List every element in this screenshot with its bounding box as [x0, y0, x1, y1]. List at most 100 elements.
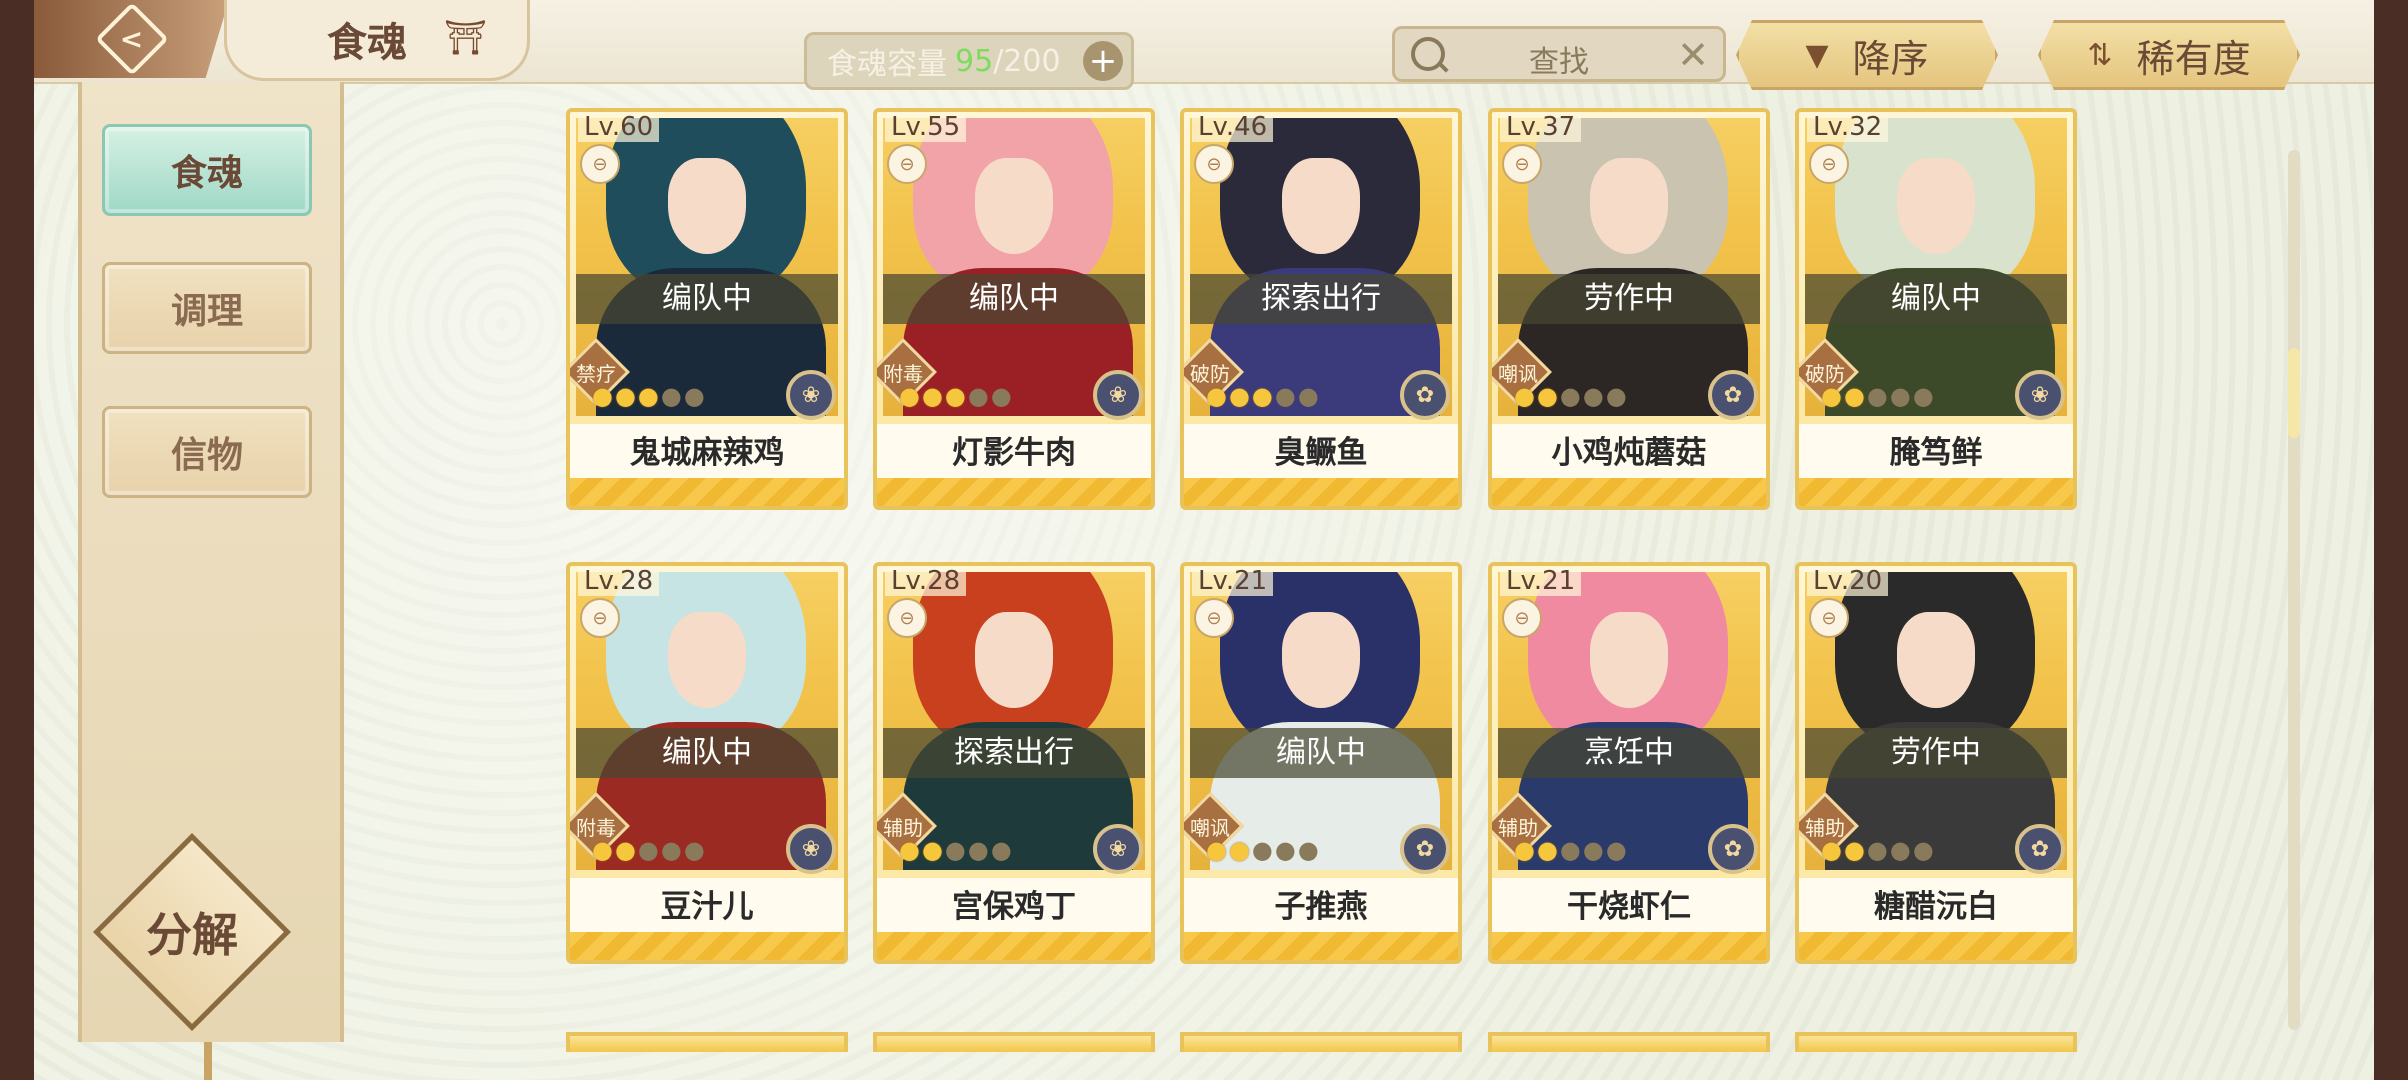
- element-icon: ✿: [1708, 824, 1758, 874]
- capacity-max: 200: [1003, 43, 1061, 79]
- element-icon: ✿: [1400, 370, 1450, 420]
- tassel-ornament: [204, 1042, 212, 1080]
- food-soul-card[interactable]: Lv.21 ⊖ 编队中 嘲讽 ● ● ● ● ● ✿ 子推燕: [1180, 562, 1462, 964]
- search-box[interactable]: 查找 ✕: [1392, 26, 1726, 82]
- lock-icon[interactable]: ⊖: [580, 144, 620, 184]
- star-empty-icon: ●: [1274, 382, 1296, 410]
- food-soul-card[interactable]: Lv.32 ⊖ 编队中 破防 ● ● ● ● ● ❀ 腌笃鲜: [1795, 108, 2077, 510]
- star-filled-icon: ●: [1228, 382, 1250, 410]
- card-footer-stripe: [877, 478, 1151, 506]
- lock-icon[interactable]: ⊖: [1194, 144, 1234, 184]
- star-filled-icon: ●: [1514, 382, 1535, 410]
- card-level: Lv.21: [1500, 566, 1582, 596]
- star-filled-icon: ●: [1843, 836, 1865, 864]
- card-name: 腌笃鲜: [1799, 424, 2073, 482]
- star-filled-icon: ●: [614, 382, 636, 410]
- sort-order-button[interactable]: ▼ 降序: [1736, 20, 1998, 90]
- lock-icon[interactable]: ⊖: [1809, 598, 1849, 638]
- star-empty-icon: ●: [967, 382, 989, 410]
- element-icon: ❀: [2015, 370, 2065, 420]
- star-filled-icon: ●: [944, 382, 966, 410]
- sidebar-tab-tokens[interactable]: 信物: [102, 406, 312, 498]
- star-empty-icon: ●: [1866, 836, 1888, 864]
- search-input[interactable]: 查找: [1395, 37, 1723, 81]
- sidebar-tab-conditioning[interactable]: 调理: [102, 262, 312, 354]
- portrait-face: [1282, 612, 1360, 708]
- sidebar-tab-food-souls[interactable]: 食魂: [102, 124, 312, 216]
- game-screen: < 食魂 ⛩ 食魂容量 95 / 200 + 查找 ✕ ▼ 降序 ⇅ 稀有度 食…: [34, 0, 2374, 1080]
- add-capacity-button[interactable]: +: [1083, 41, 1123, 81]
- food-soul-card[interactable]: Lv.46 ⊖ 探索出行 破防 ● ● ● ● ● ✿ 臭鳜鱼: [1180, 108, 1462, 510]
- food-soul-card[interactable]: Lv.28 ⊖ 编队中 附毒 ● ● ● ● ● ❀ 豆汁儿: [566, 562, 848, 964]
- star-filled-icon: ●: [1514, 836, 1535, 864]
- star-empty-icon: ●: [1297, 382, 1319, 410]
- card-status-badge: 劳作中: [1805, 728, 2067, 778]
- lock-icon[interactable]: ⊖: [580, 598, 620, 638]
- next-row-card-peek: [1180, 1032, 1462, 1052]
- card-name: 灯影牛肉: [877, 424, 1151, 482]
- star-filled-icon: ●: [1536, 836, 1558, 864]
- back-button[interactable]: <: [34, 0, 229, 78]
- card-name: 干烧虾仁: [1492, 878, 1766, 936]
- sidebar: 食魂 调理 信物 分解: [78, 82, 344, 1080]
- lock-icon[interactable]: ⊖: [887, 598, 927, 638]
- card-footer-stripe: [1184, 478, 1458, 506]
- back-arrow-icon: <: [94, 2, 169, 76]
- lock-icon[interactable]: ⊖: [1502, 598, 1542, 638]
- food-soul-card[interactable]: Lv.20 ⊖ 劳作中 辅助 ● ● ● ● ● ✿ 糖醋沅白: [1795, 562, 2077, 964]
- element-icon: ❀: [1093, 370, 1143, 420]
- element-icon: ❀: [1093, 824, 1143, 874]
- card-status-badge: 编队中: [576, 274, 838, 324]
- star-empty-icon: ●: [1912, 382, 1934, 410]
- lock-icon[interactable]: ⊖: [887, 144, 927, 184]
- food-soul-card[interactable]: Lv.21 ⊖ 烹饪中 辅助 ● ● ● ● ● ✿ 干烧虾仁: [1488, 562, 1770, 964]
- card-status-badge: 探索出行: [883, 728, 1145, 778]
- card-status-badge: 编队中: [1805, 274, 2067, 324]
- star-empty-icon: ●: [967, 836, 989, 864]
- star-empty-icon: ●: [683, 836, 705, 864]
- star-empty-icon: ●: [1866, 382, 1888, 410]
- card-footer-stripe: [570, 478, 844, 506]
- lock-icon[interactable]: ⊖: [1194, 598, 1234, 638]
- star-empty-icon: ●: [990, 836, 1012, 864]
- page-title-tab: 食魂 ⛩: [224, 0, 530, 81]
- food-soul-card[interactable]: Lv.28 ⊖ 探索出行 辅助 ● ● ● ● ● ❀ 宫保鸡丁: [873, 562, 1155, 964]
- list-scrollbar-thumb[interactable]: [2288, 347, 2300, 438]
- card-status-badge: 编队中: [1190, 728, 1452, 778]
- sort-toggle-icon: ⇅: [2087, 37, 2113, 73]
- sort-by-button[interactable]: ⇅ 稀有度: [2038, 20, 2300, 90]
- food-soul-card[interactable]: Lv.55 ⊖ 编队中 附毒 ● ● ● ● ● ❀ 灯影牛肉: [873, 108, 1155, 510]
- star-rating: ● ● ● ● ●: [1206, 382, 1319, 410]
- star-empty-icon: ●: [1582, 382, 1604, 410]
- card-level: Lv.21: [1192, 566, 1274, 596]
- element-icon: ✿: [1400, 824, 1450, 874]
- star-filled-icon: ●: [899, 836, 920, 864]
- decompose-button[interactable]: 分解: [93, 833, 291, 1031]
- portrait-face: [975, 158, 1053, 254]
- food-soul-card[interactable]: Lv.37 ⊖ 劳作中 嘲讽 ● ● ● ● ● ✿ 小鸡炖蘑菇: [1488, 108, 1770, 510]
- list-scrollbar[interactable]: [2288, 150, 2300, 1030]
- star-empty-icon: ●: [637, 836, 659, 864]
- star-rating: ● ● ● ● ●: [592, 382, 705, 410]
- card-name: 臭鳜鱼: [1184, 424, 1458, 482]
- star-filled-icon: ●: [1206, 836, 1227, 864]
- star-empty-icon: ●: [1605, 382, 1627, 410]
- sidebar-tab-label: 调理: [170, 290, 243, 332]
- star-filled-icon: ●: [1251, 382, 1273, 410]
- lock-icon[interactable]: ⊖: [1809, 144, 1849, 184]
- lock-icon[interactable]: ⊖: [1502, 144, 1542, 184]
- star-empty-icon: ●: [1274, 836, 1296, 864]
- top-bar: < 食魂 ⛩ 食魂容量 95 / 200 + 查找 ✕ ▼ 降序 ⇅ 稀有度: [34, 0, 2374, 90]
- food-soul-card[interactable]: Lv.60 ⊖ 编队中 禁疗 ● ● ● ● ● ❀ 鬼城麻辣鸡: [566, 108, 848, 510]
- portrait-face: [1590, 612, 1668, 708]
- card-level: Lv.28: [885, 566, 967, 596]
- sort-desc-icon: ▼: [1805, 37, 1829, 73]
- star-filled-icon: ●: [1843, 382, 1865, 410]
- next-row-card-peek: [1488, 1032, 1770, 1052]
- star-filled-icon: ●: [921, 836, 943, 864]
- clear-search-icon[interactable]: ✕: [1677, 33, 1709, 77]
- sort-order-label: 降序: [1852, 36, 1929, 81]
- star-rating: ● ● ● ● ●: [899, 382, 1012, 410]
- portrait-face: [668, 158, 746, 254]
- card-level: Lv.28: [578, 566, 660, 596]
